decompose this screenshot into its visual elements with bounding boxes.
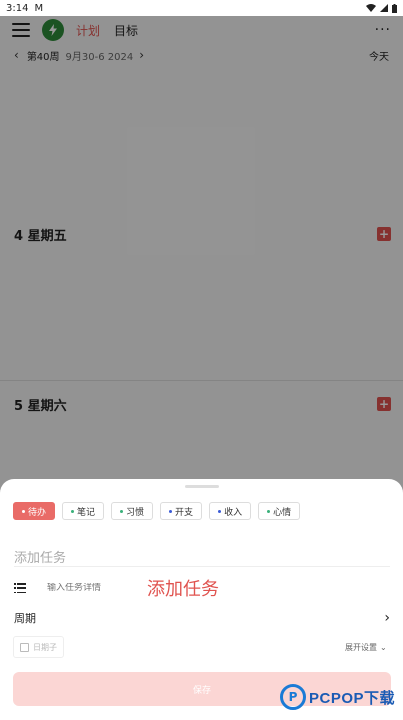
chip-expense[interactable]: 开支	[160, 502, 203, 520]
list-icon	[14, 583, 26, 593]
cycle-label: 周期	[14, 612, 36, 625]
chip-habit[interactable]: 习惯	[111, 502, 154, 520]
date-label: 日期子	[33, 642, 57, 652]
wifi-icon	[366, 4, 376, 12]
chip-income[interactable]: 收入	[209, 502, 252, 520]
chevron-right-icon: ›	[384, 610, 390, 626]
expand-settings[interactable]: 展开设置 ⌄	[345, 642, 387, 653]
chip-dot-icon	[218, 509, 222, 513]
task-detail-input[interactable]	[47, 583, 137, 593]
chevron-down-icon: ⌄	[380, 643, 387, 652]
status-time: 3:14	[6, 2, 29, 14]
entry-type-chips: 待办 笔记 习惯 开支 收入 心情	[13, 502, 301, 520]
chip-note[interactable]: 笔记	[62, 502, 105, 520]
detail-row: 添加任务	[14, 575, 219, 601]
chip-dot-icon	[267, 509, 271, 513]
sheet-drag-handle[interactable]	[185, 485, 219, 488]
title-underline	[14, 566, 390, 567]
task-title-input[interactable]: 添加任务	[14, 547, 66, 566]
chip-dot-icon	[169, 509, 173, 513]
battery-icon	[392, 3, 397, 13]
pcpop-logo-icon: P	[280, 684, 306, 710]
watermark: P PCPOP下载	[280, 684, 395, 710]
status-bar: 3:14 M	[0, 0, 403, 16]
signal-icon	[380, 4, 388, 12]
date-button[interactable]: 日期子	[13, 636, 64, 658]
calendar-icon	[20, 642, 29, 652]
chip-dot-icon	[22, 509, 25, 513]
annotation-label: 添加任务	[147, 579, 219, 600]
chip-todo[interactable]: 待办	[13, 502, 56, 520]
chip-dot-icon	[71, 509, 75, 513]
gmail-icon: M	[34, 2, 44, 14]
chip-mood[interactable]: 心情	[258, 502, 301, 520]
watermark-text: PCPOP下载	[309, 689, 396, 707]
cycle-row[interactable]: 周期 ›	[14, 610, 390, 626]
chip-dot-icon	[120, 509, 124, 513]
